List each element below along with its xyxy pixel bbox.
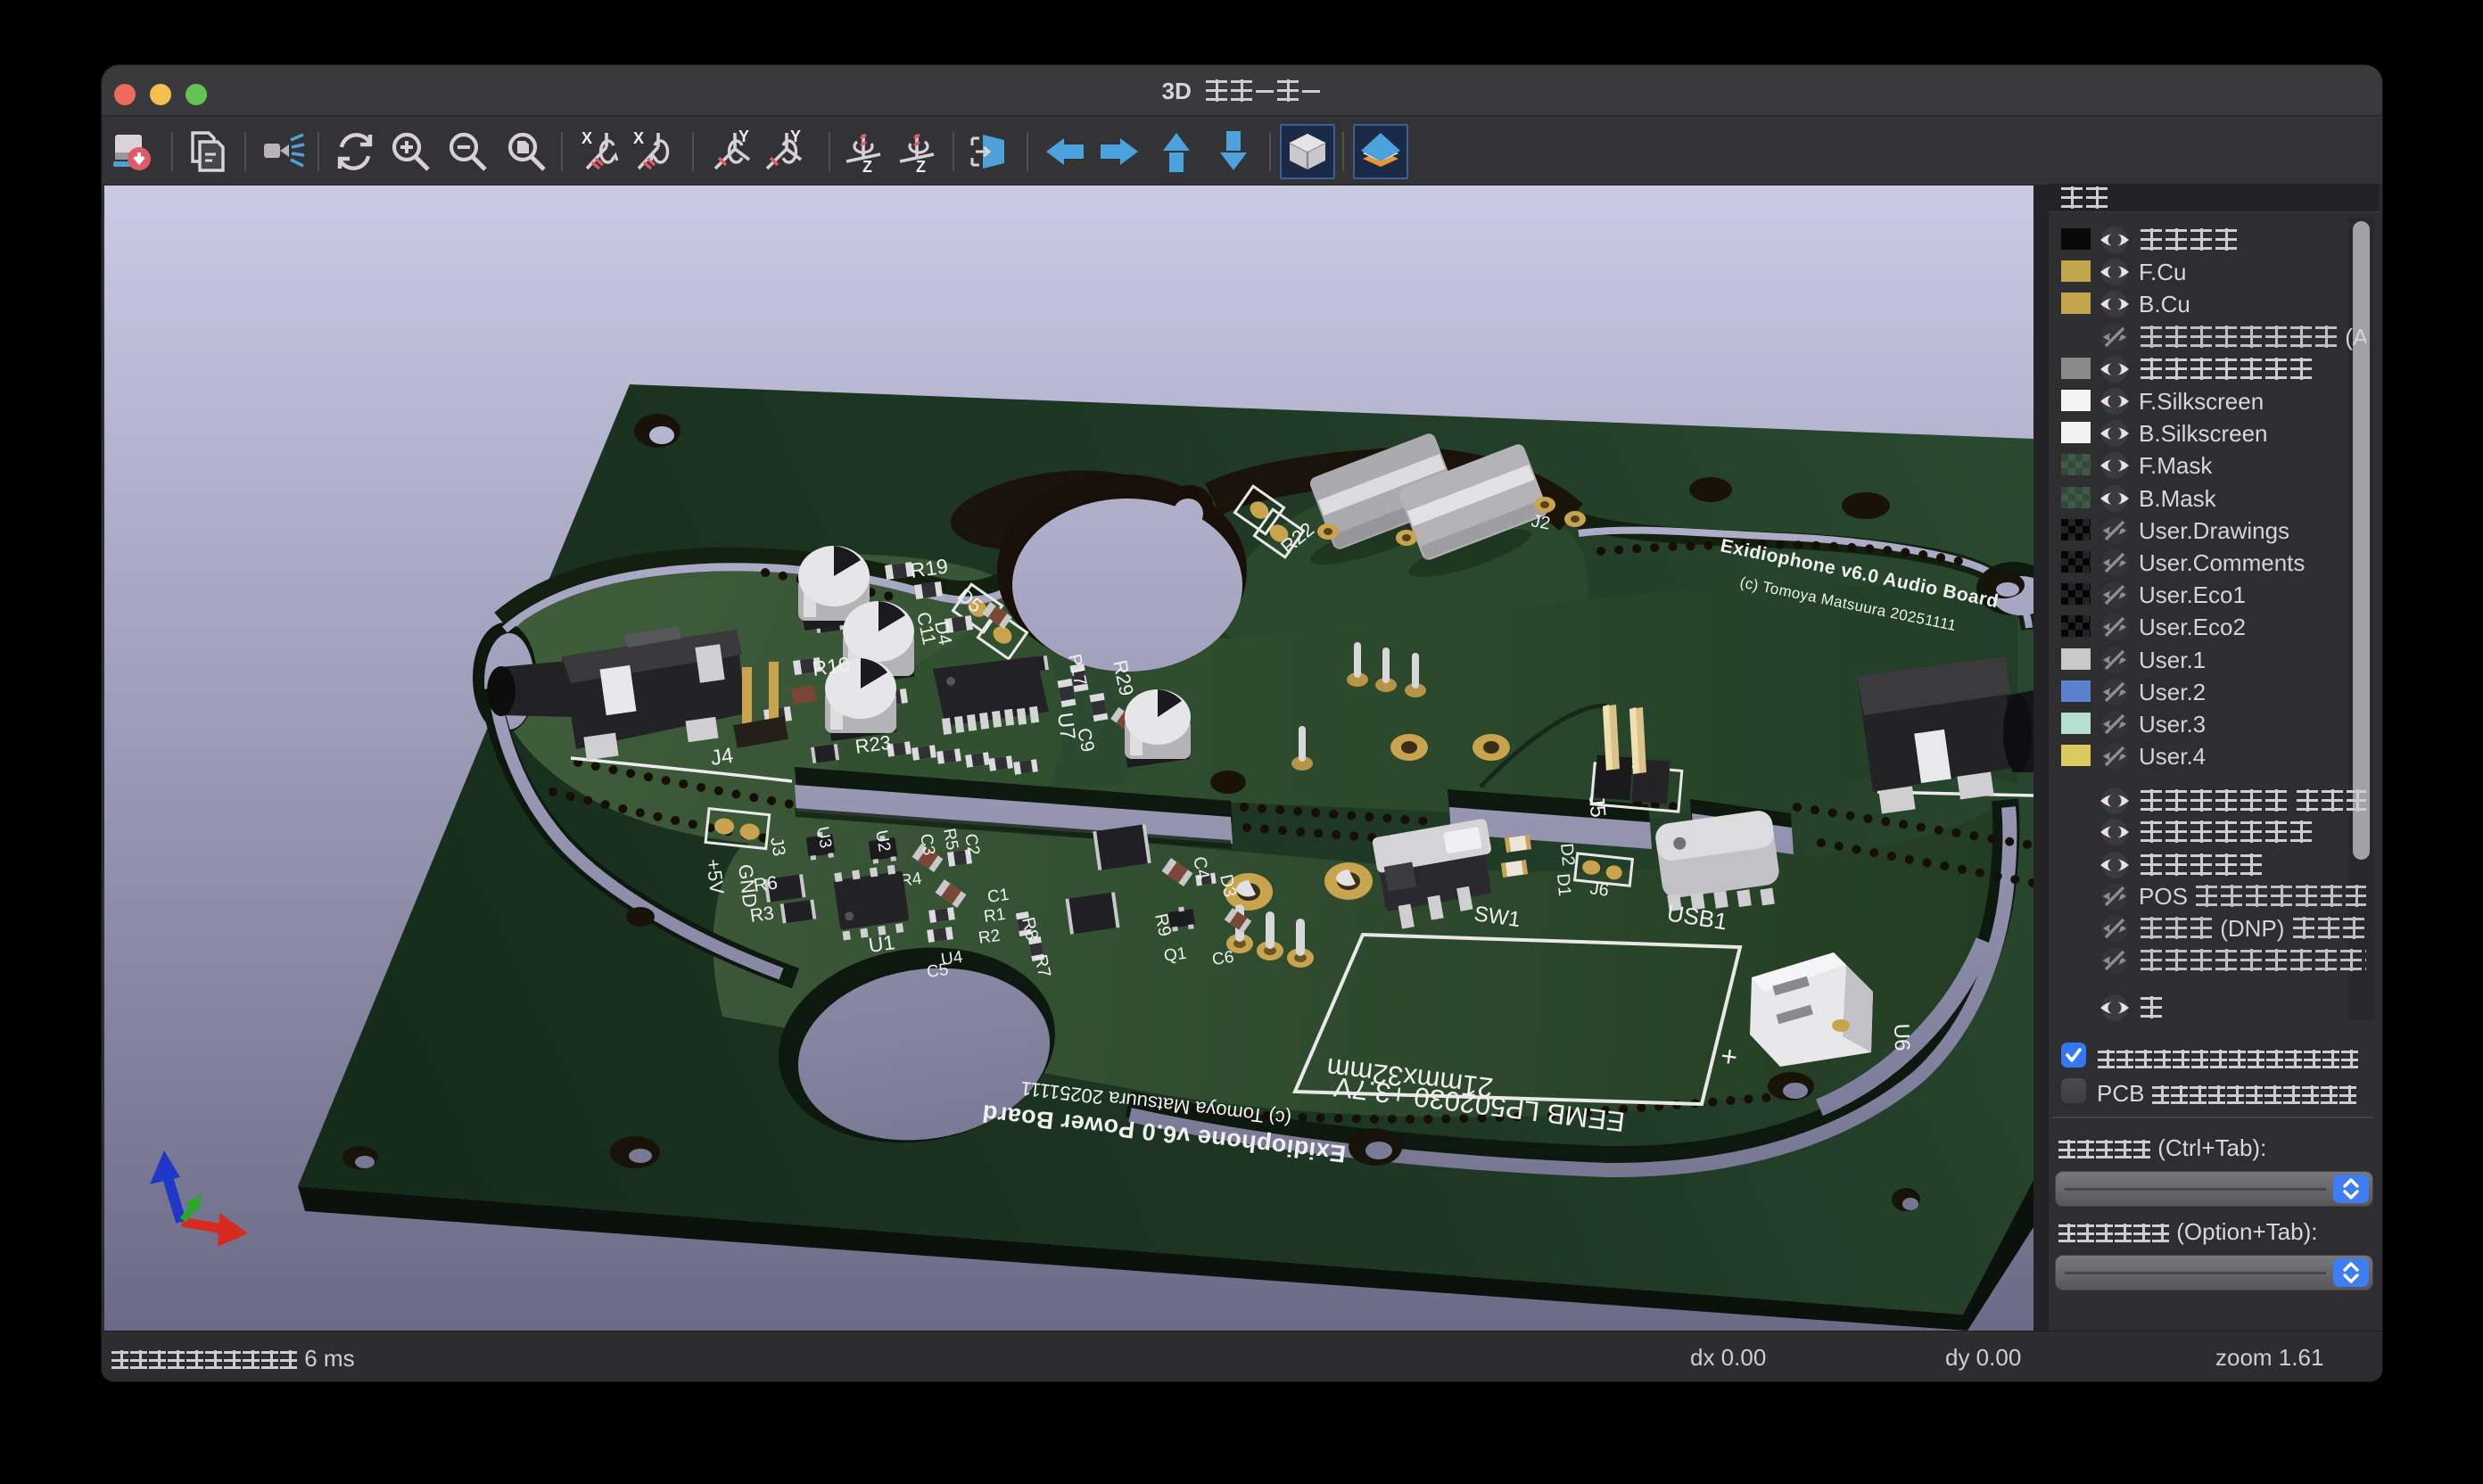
svg-text:U4: U4 xyxy=(940,948,964,969)
svg-text:Z: Z xyxy=(862,158,872,174)
svg-text:U3: U3 xyxy=(813,825,835,850)
svg-text:J3: J3 xyxy=(766,836,788,858)
svg-text:C1: C1 xyxy=(986,886,1011,907)
svg-text:C6: C6 xyxy=(1211,948,1235,969)
svg-text:U6: U6 xyxy=(1889,1023,1914,1051)
svg-text:+5V: +5V xyxy=(702,858,729,896)
svg-text:C2: C2 xyxy=(961,832,983,857)
svg-text:J6: J6 xyxy=(1588,878,1610,901)
svg-text:D1: D1 xyxy=(1553,873,1574,897)
svg-text:J5: J5 xyxy=(1584,794,1610,819)
svg-text:C3: C3 xyxy=(916,832,938,857)
svg-text:J4: J4 xyxy=(709,744,735,771)
svg-text:J2: J2 xyxy=(1530,511,1552,533)
svg-text:R2: R2 xyxy=(978,927,1002,948)
svg-text:R3: R3 xyxy=(748,903,775,927)
svg-text:R6: R6 xyxy=(752,872,779,896)
svg-text:X: X xyxy=(633,129,644,147)
svg-text:R5: R5 xyxy=(939,827,961,852)
svg-text:X: X xyxy=(582,129,592,147)
svg-text:U2: U2 xyxy=(871,829,894,853)
svg-text:Z: Z xyxy=(916,158,926,174)
svg-text:Q1: Q1 xyxy=(1163,944,1188,966)
svg-text:D2: D2 xyxy=(1556,843,1578,867)
svg-text:R1: R1 xyxy=(983,905,1007,927)
